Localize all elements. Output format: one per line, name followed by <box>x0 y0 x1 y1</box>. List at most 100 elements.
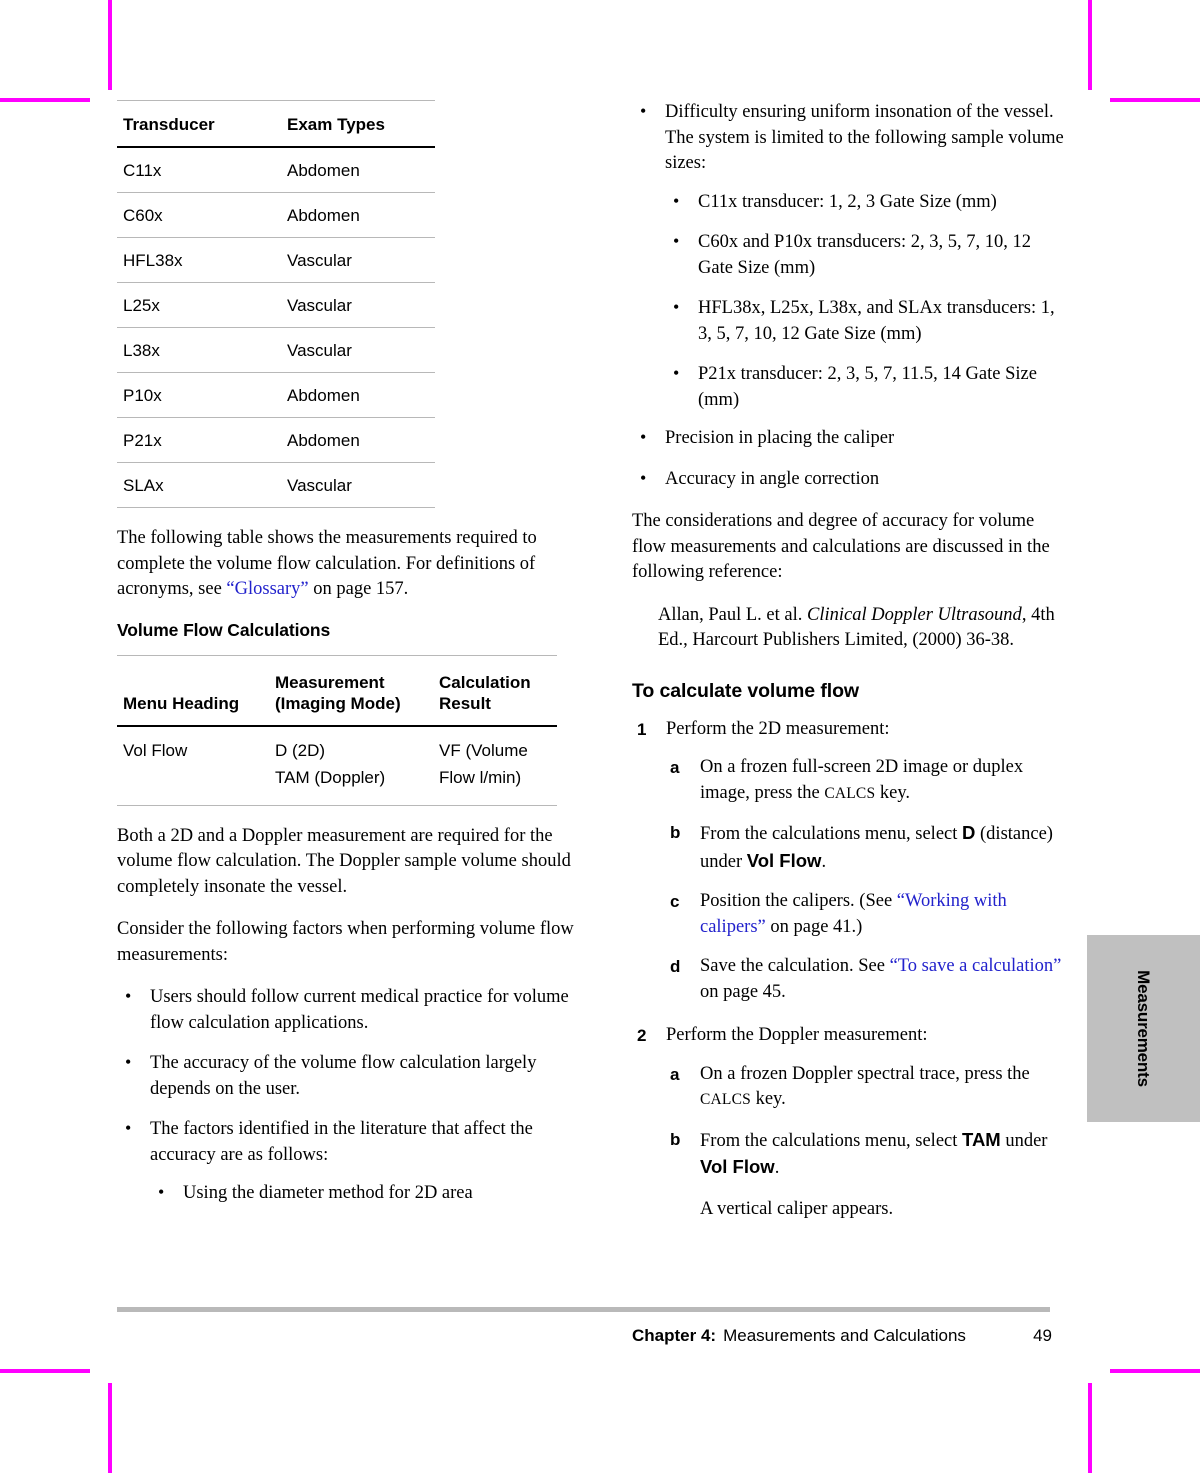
crop-mark-top-right-horizontal <box>1110 98 1200 102</box>
substep-letter: b <box>670 1129 681 1149</box>
substep-text-post: . <box>821 851 827 872</box>
procedure-step: 2 Perform the Doppler measurement: a On … <box>632 1023 1067 1222</box>
reference-citation: Allan, Paul L. et al. Clinical Doppler U… <box>658 603 1067 654</box>
crop-mark-top-left-vertical <box>108 0 112 90</box>
step-text: Perform the Doppler measurement: <box>666 1025 928 1045</box>
reference-title: Clinical Doppler Ultrasound <box>807 604 1022 625</box>
substep: a On a frozen Doppler spectral trace, pr… <box>666 1062 1067 1113</box>
cell-transducer: P10x <box>117 372 281 418</box>
cell-transducer: L38x <box>117 327 281 373</box>
substep-note: A vertical caliper appears. <box>700 1198 894 1219</box>
factors-list: • Users should follow current medical pr… <box>117 985 577 1207</box>
list-item: • The accuracy of the volume flow calcul… <box>117 1051 577 1102</box>
intro-part2: on page 157. <box>308 579 409 599</box>
table-header-row: Menu Heading Measurement (Imaging Mode) … <box>117 654 557 727</box>
cell-exam-type: Abdomen <box>281 372 435 418</box>
list-item-label: The factors identified in the literature… <box>150 1119 533 1165</box>
bullet-icon: • <box>640 467 647 488</box>
cell-transducer: C11x <box>117 147 281 193</box>
substep: b From the calculations menu, select D (… <box>666 820 1067 875</box>
volume-flow-calculations-heading: Volume Flow Calculations <box>117 619 331 640</box>
list-item-label: Accuracy in angle correction <box>665 468 880 489</box>
substep-text-post: key. <box>750 1089 786 1109</box>
glossary-link[interactable]: “Glossary” <box>226 579 308 599</box>
list-item-label: C60x and P10x transducers: 2, 3, 5, 7, 1… <box>698 232 1031 278</box>
crop-mark-top-left-horizontal <box>0 98 90 102</box>
table-row: C60x Abdomen <box>117 192 435 238</box>
list-item-label: Using the diameter method for 2D area <box>183 1183 473 1203</box>
bullet-icon: • <box>673 190 680 211</box>
substeps: a On a frozen full-screen 2D image or du… <box>666 755 1067 1005</box>
paragraph-both-2d-doppler: Both a 2D and a Doppler measurement are … <box>117 825 571 897</box>
step-text: Perform the 2D measurement: <box>666 718 890 739</box>
crop-mark-bottom-left-horizontal <box>0 1369 90 1373</box>
substep-text-post: on page 41.) <box>765 916 863 937</box>
step-number: 2 <box>637 1026 647 1045</box>
cell-transducer: C60x <box>117 192 281 238</box>
footer-divider <box>117 1307 1050 1312</box>
cell-transducer: SLAx <box>117 462 281 508</box>
bullet-icon: • <box>640 101 647 121</box>
list-item: • Users should follow current medical pr… <box>117 985 577 1036</box>
bullet-icon: • <box>673 231 680 251</box>
volume-flow-calculations-table: Menu Heading Measurement (Imaging Mode) … <box>117 654 557 806</box>
substep: d Save the calculation. See “To save a c… <box>666 954 1067 1005</box>
list-item: • P21x transducer: 2, 3, 5, 7, 11.5, 14 … <box>665 362 1067 413</box>
column-header-measurement: Measurement (Imaging Mode) <box>269 654 433 727</box>
cell-exam-type: Abdomen <box>281 192 435 238</box>
list-item-label: C11x transducer: 1, 2, 3 Gate Size (mm) <box>698 191 997 212</box>
bullet-icon: • <box>640 427 647 447</box>
substep-letter: a <box>670 1064 680 1084</box>
list-item: • Using the diameter method for 2D area <box>150 1181 577 1207</box>
list-item: • HFL38x, L25x, L38x, and SLAx transduce… <box>665 296 1067 347</box>
list-item-label-line1: Difficulty ensuring uniform insonation o… <box>665 102 1054 122</box>
cell-transducer: HFL38x <box>117 237 281 283</box>
table-row: L38x Vascular <box>117 327 435 373</box>
calculation-line: Flow l/min) <box>439 767 522 787</box>
right-column: • Difficulty ensuring uniform insonation… <box>632 100 1067 1236</box>
cell-exam-type: Abdomen <box>281 147 435 193</box>
table-row: HFL38x Vascular <box>117 237 435 283</box>
bullet-icon: • <box>158 1182 165 1202</box>
substep-letter: a <box>670 758 680 777</box>
cell-exam-type: Vascular <box>281 462 435 508</box>
substep: c Position the calipers. (See “Working w… <box>666 889 1067 940</box>
cell-menu-heading: Vol Flow <box>117 725 269 806</box>
calculation-line: VF (Volume <box>439 740 528 760</box>
substep-letter: c <box>670 892 680 911</box>
transducer-exam-table: Transducer Exam Types C11x Abdomen C60x … <box>117 100 435 508</box>
table-row: SLAx Vascular <box>117 462 435 508</box>
cell-exam-type: Vascular <box>281 282 435 328</box>
substep-text-post: . <box>774 1158 780 1178</box>
chapter-side-tab: Measurements <box>1087 935 1200 1122</box>
considerations-paragraph: The considerations and degree of accurac… <box>632 511 1050 582</box>
to-save-a-calculation-link[interactable]: “To save a calculation” <box>890 956 1062 976</box>
substep-text-post: key. <box>875 782 911 803</box>
column-header-calculation-result: Calculation Result <box>433 654 557 727</box>
crop-mark-bottom-right-vertical <box>1088 1383 1092 1473</box>
crop-mark-top-right-vertical <box>1088 0 1092 90</box>
list-item-label: HFL38x, L25x, L38x, and SLAx transducers… <box>698 298 1055 344</box>
table-header-row: Transducer Exam Types <box>117 100 435 148</box>
list-item-label-line2: The system is limited to the following s… <box>665 127 1064 174</box>
menu-item-d: D <box>962 822 976 843</box>
gate-size-list: • C11x transducer: 1, 2, 3 Gate Size (mm… <box>665 190 1067 414</box>
cell-transducer: L25x <box>117 282 281 328</box>
cell-calculation-result: VF (Volume Flow l/min) <box>433 725 557 806</box>
cell-exam-type: Vascular <box>281 327 435 373</box>
procedure-steps: 1 Perform the 2D measurement: a On a fro… <box>632 717 1067 1223</box>
footer-page-number: 49 <box>1033 1326 1052 1345</box>
table-row: L25x Vascular <box>117 282 435 328</box>
list-item-label: P21x transducer: 2, 3, 5, 7, 11.5, 14 Ga… <box>698 364 1037 410</box>
column-header-exam-types: Exam Types <box>281 100 435 148</box>
column-header-transducer: Transducer <box>117 100 281 148</box>
footer-chapter-title: Measurements and Calculations <box>723 1326 966 1345</box>
list-item: • Difficulty ensuring uniform insonation… <box>632 100 1067 413</box>
substep-text-pre: Save the calculation. See <box>700 956 890 976</box>
calcs-key-label: CALCS <box>824 784 876 802</box>
calcs-key-label: CALCS <box>700 1091 751 1108</box>
step-number: 1 <box>637 719 647 739</box>
measurement-line: D (2D) <box>275 740 326 760</box>
column-header-menu-heading: Menu Heading <box>117 654 269 727</box>
measurement-line: TAM (Doppler) <box>275 767 386 787</box>
